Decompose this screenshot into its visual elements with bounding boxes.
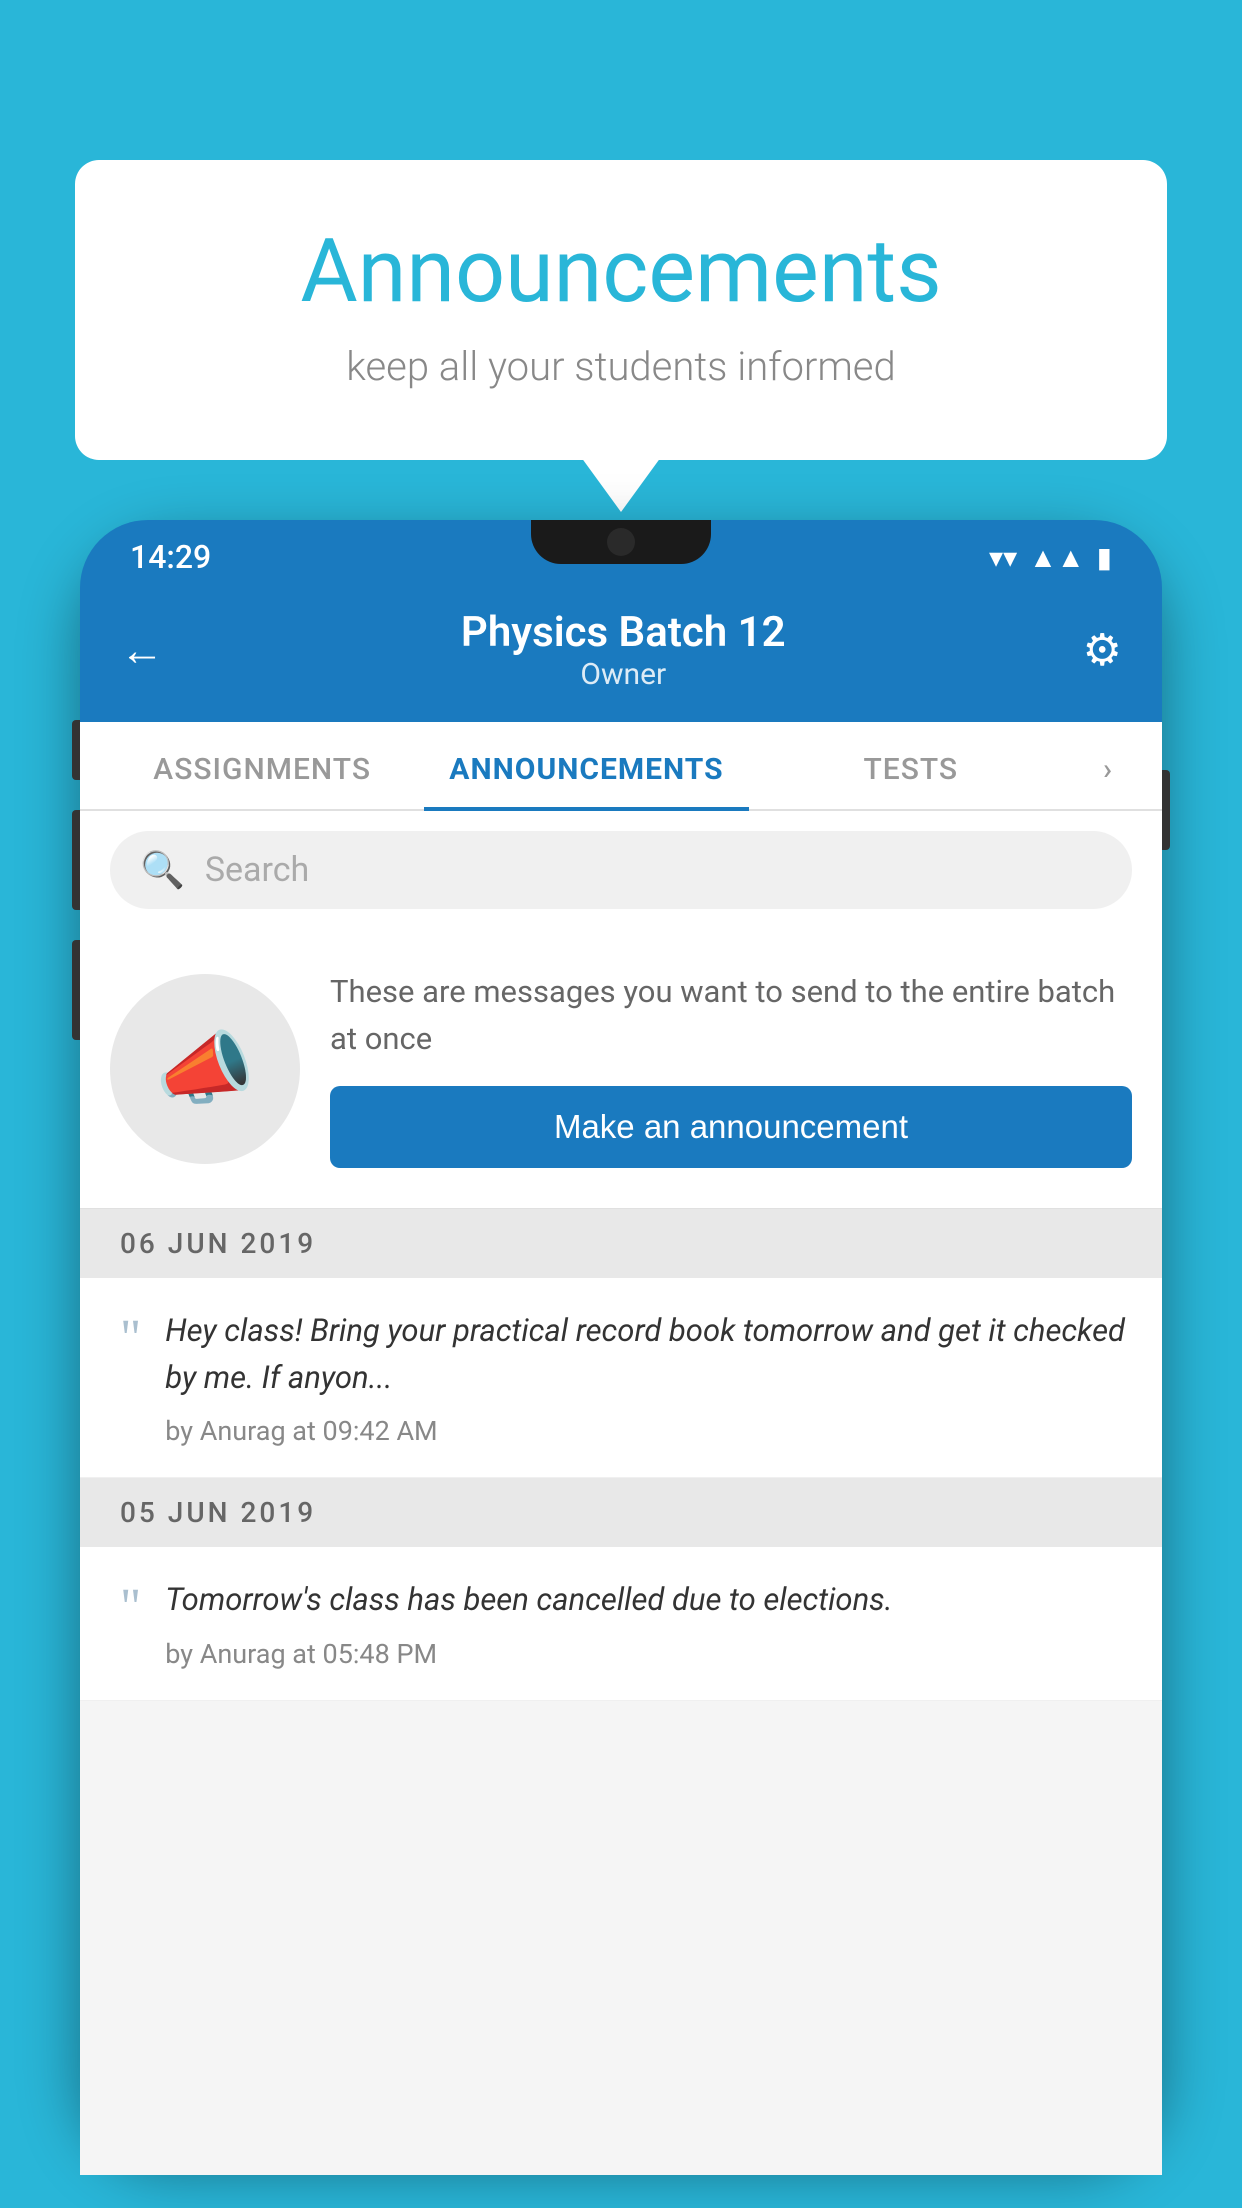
speech-bubble-card: Announcements keep all your students inf… (75, 160, 1167, 460)
search-placeholder-text: Search (205, 850, 309, 890)
volume-up-button (72, 810, 80, 910)
announcement-text-2: Tomorrow's class has been cancelled due … (165, 1577, 1132, 1624)
date-label-2: 05 JUN 2019 (120, 1496, 316, 1529)
bubble-subtitle: keep all your students informed (155, 343, 1087, 390)
phone-content: 🔍 Search 📣 These are messages you want t… (80, 811, 1162, 2175)
tab-assignments[interactable]: ASSIGNMENTS (100, 722, 424, 809)
volume-down-button (72, 940, 80, 1040)
announcement-text-1: Hey class! Bring your practical record b… (165, 1308, 1132, 1401)
status-time: 14:29 (130, 538, 211, 576)
date-separator-1: 06 JUN 2019 (80, 1209, 1162, 1278)
bubble-title: Announcements (155, 220, 1087, 323)
announcement-item-1[interactable]: " Hey class! Bring your practical record… (80, 1278, 1162, 1478)
header-center: Physics Batch 12 Owner (461, 608, 786, 692)
date-label-1: 06 JUN 2019 (120, 1227, 316, 1260)
app-header: ← Physics Batch 12 Owner ⚙ (80, 588, 1162, 722)
signal-icon: ▲▲ (1029, 541, 1084, 574)
announcement-item-2[interactable]: " Tomorrow's class has been cancelled du… (80, 1547, 1162, 1701)
phone-wrapper: 14:29 ▾▾ ▲▲ ▮ ← Physics Batch 12 Owner ⚙… (80, 520, 1162, 2208)
speech-bubble-section: Announcements keep all your students inf… (75, 160, 1167, 460)
front-camera (607, 528, 635, 556)
quote-icon-1: " (120, 1313, 141, 1365)
tab-announcements[interactable]: ANNOUNCEMENTS (424, 722, 748, 809)
quote-icon-2: " (120, 1582, 141, 1634)
megaphone-icon: 📣 (155, 1022, 255, 1116)
phone-device: 14:29 ▾▾ ▲▲ ▮ ← Physics Batch 12 Owner ⚙… (80, 520, 1162, 2150)
status-icons: ▾▾ ▲▲ ▮ (989, 541, 1112, 574)
search-icon: 🔍 (140, 849, 185, 891)
tab-more[interactable]: › (1073, 722, 1142, 809)
battery-icon: ▮ (1097, 541, 1112, 574)
phone-notch (531, 520, 711, 564)
search-bar[interactable]: 🔍 Search (110, 831, 1132, 909)
megaphone-circle: 📣 (110, 974, 300, 1164)
announcement-content-1: Hey class! Bring your practical record b… (165, 1308, 1132, 1447)
date-separator-2: 05 JUN 2019 (80, 1478, 1162, 1547)
tabs-bar: ASSIGNMENTS ANNOUNCEMENTS TESTS › (80, 722, 1162, 811)
volume-mute-button (72, 720, 80, 780)
wifi-icon: ▾▾ (989, 541, 1017, 574)
prompt-description: These are messages you want to send to t… (330, 969, 1132, 1062)
settings-icon[interactable]: ⚙ (1083, 624, 1122, 676)
tab-tests[interactable]: TESTS (749, 722, 1073, 809)
announcement-meta-2: by Anurag at 05:48 PM (165, 1638, 1132, 1670)
batch-title: Physics Batch 12 (461, 608, 786, 657)
search-bar-container: 🔍 Search (80, 811, 1162, 929)
prompt-right: These are messages you want to send to t… (330, 969, 1132, 1168)
make-announcement-button[interactable]: Make an announcement (330, 1086, 1132, 1168)
announcement-prompt: 📣 These are messages you want to send to… (80, 929, 1162, 1209)
back-button[interactable]: ← (120, 624, 164, 676)
batch-role: Owner (461, 657, 786, 692)
power-button (1162, 770, 1170, 850)
announcement-meta-1: by Anurag at 09:42 AM (165, 1415, 1132, 1447)
announcement-content-2: Tomorrow's class has been cancelled due … (165, 1577, 1132, 1670)
